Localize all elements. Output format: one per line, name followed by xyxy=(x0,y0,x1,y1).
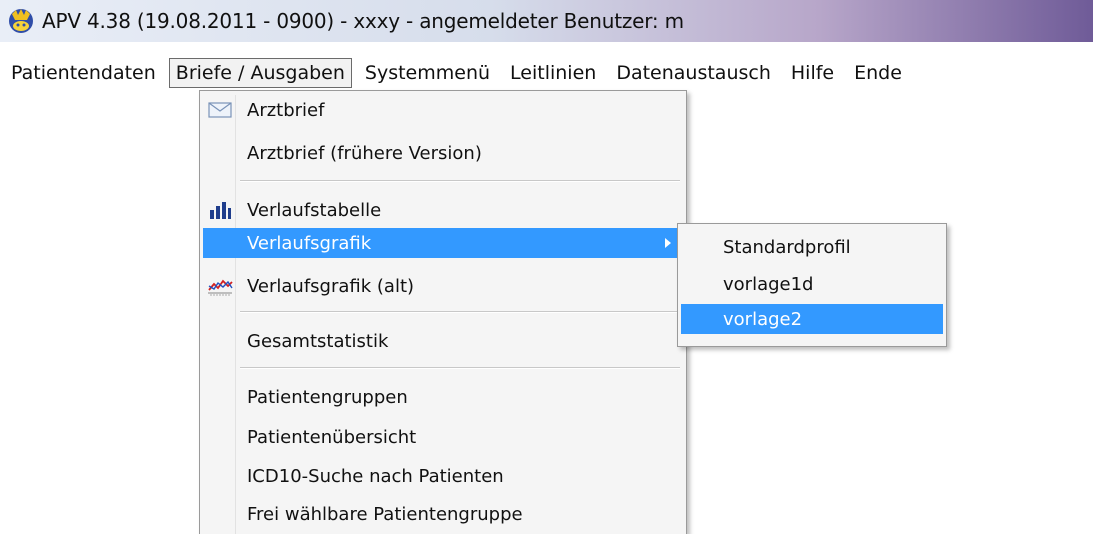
menu-briefe-ausgaben[interactable]: Briefe / Ausgaben xyxy=(168,58,352,88)
menu-item-verlaufsgrafik[interactable]: Verlaufsgrafik xyxy=(203,228,683,258)
menu-systemmenue[interactable]: Systemmenü xyxy=(358,58,497,88)
submenu-item-standardprofil[interactable]: Standardprofil xyxy=(681,232,943,262)
menu-bar: Patientendaten Briefe / Ausgaben Systemm… xyxy=(0,56,1093,90)
menu-separator xyxy=(240,367,680,369)
title-bar: APV 4.38 (19.08.2011 - 0900) - xxxy - an… xyxy=(0,0,1093,42)
menu-item-frei-waehlbare-patientengruppe[interactable]: Frei wählbare Patientengruppe xyxy=(203,500,683,528)
menu-item-label: ICD10-Suche nach Patienten xyxy=(247,465,504,487)
submenu-arrow-icon xyxy=(665,238,671,248)
menu-separator xyxy=(240,311,680,313)
menu-item-arztbrief[interactable]: Arztbrief xyxy=(203,96,683,124)
menu-hilfe[interactable]: Hilfe xyxy=(784,58,841,88)
menu-item-verlaufstabelle[interactable]: Verlaufstabelle xyxy=(203,196,683,224)
menu-item-label: Arztbrief (frühere Version) xyxy=(247,142,482,164)
verlaufsgrafik-submenu: Standardprofil vorlage1d vorlage2 xyxy=(677,223,947,347)
menu-item-label: Verlaufsgrafik xyxy=(247,232,372,254)
app-logo-icon xyxy=(8,8,34,34)
submenu-item-vorlage2[interactable]: vorlage2 xyxy=(681,304,943,334)
bar-chart-icon xyxy=(207,200,233,220)
menu-item-verlaufsgrafik-alt[interactable]: Verlaufsgrafik (alt) xyxy=(203,272,683,300)
submenu-item-vorlage1d[interactable]: vorlage1d xyxy=(681,269,943,299)
menu-item-patientengruppen[interactable]: Patientengruppen xyxy=(203,383,683,411)
menu-item-gesamtstatistik[interactable]: Gesamtstatistik xyxy=(203,327,683,355)
menu-item-label: Verlaufstabelle xyxy=(247,199,382,221)
submenu-item-label: Standardprofil xyxy=(723,236,851,258)
menu-item-label: Patientengruppen xyxy=(247,386,408,408)
menu-item-label: Verlaufsgrafik (alt) xyxy=(247,275,415,297)
menu-separator xyxy=(240,180,680,182)
submenu-item-label: vorlage1d xyxy=(723,273,814,295)
menu-leitlinien[interactable]: Leitlinien xyxy=(503,58,603,88)
menu-item-arztbrief-fruehere-version[interactable]: Arztbrief (frühere Version) xyxy=(203,139,683,167)
submenu-item-label: vorlage2 xyxy=(723,308,803,330)
menu-item-label: Patientenübersicht xyxy=(247,426,417,448)
envelope-icon xyxy=(207,100,233,120)
menu-ende[interactable]: Ende xyxy=(847,58,909,88)
menu-datenaustausch[interactable]: Datenaustausch xyxy=(609,58,778,88)
menu-item-icd10-suche[interactable]: ICD10-Suche nach Patienten xyxy=(203,462,683,490)
line-graph-icon xyxy=(207,276,233,296)
menu-item-label: Frei wählbare Patientengruppe xyxy=(247,503,523,525)
menu-item-patientenuebersicht[interactable]: Patientenübersicht xyxy=(203,423,683,451)
window-title: APV 4.38 (19.08.2011 - 0900) - xxxy - an… xyxy=(42,9,684,33)
menu-item-label: Gesamtstatistik xyxy=(247,330,389,352)
menu-patientendaten[interactable]: Patientendaten xyxy=(4,58,163,88)
briefe-ausgaben-dropdown: Arztbrief Arztbrief (frühere Version) Ve… xyxy=(199,90,687,534)
menu-item-label: Arztbrief xyxy=(247,99,325,121)
